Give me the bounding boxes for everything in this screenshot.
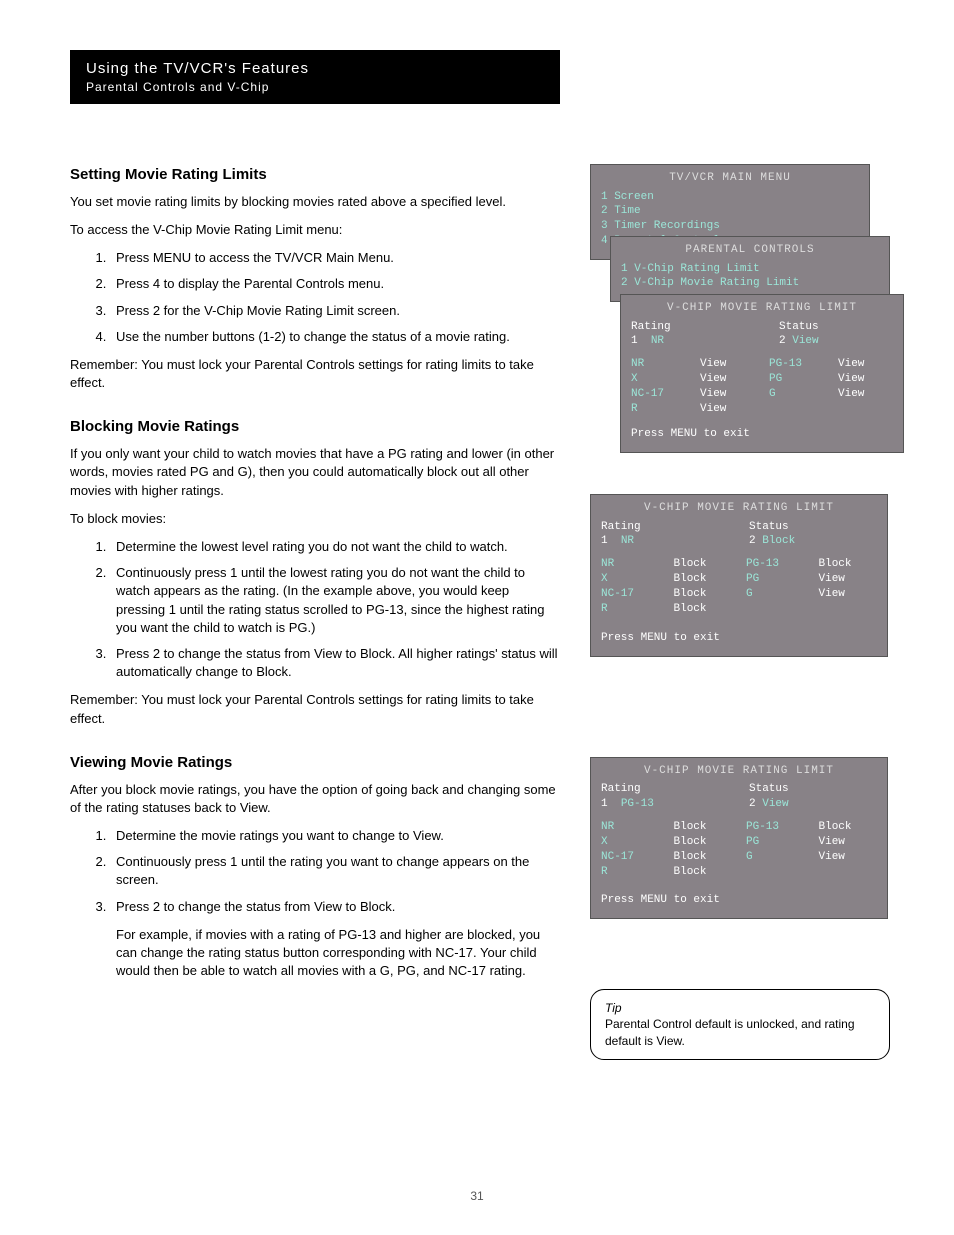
exit-hint: Press MENU to exit [601,631,877,646]
tip-box: Tip Parental Control default is unlocked… [590,989,890,1060]
chapter-subhead: Parental Controls and V-Chip [86,79,544,96]
paragraph: After you block movie ratings, you have … [70,781,560,817]
chapter-title: Using the TV/VCR's Features [86,58,544,79]
paragraph: If you only want your child to watch mov… [70,445,560,500]
menu-item: 2 Time [601,204,859,219]
menu-item: 3 Timer Recordings [601,219,859,234]
paragraph: To block movies: [70,510,560,528]
list-item: Determine the lowest level rating you do… [110,538,560,556]
list-item: Press 4 to display the Parental Controls… [110,275,560,293]
list-item: Continuously press 1 until the rating yo… [110,853,560,889]
ordered-list: Determine the lowest level rating you do… [110,538,560,681]
list-item: Press 2 for the V-Chip Movie Rating Limi… [110,302,560,320]
tv-menu-title: V-CHIP MOVIE RATING LIMIT [601,764,877,779]
ordered-list: Press MENU to access the TV/VCR Main Men… [110,249,560,346]
figures-column: TV/VCR MAIN MENU 1 Screen 2 Time 3 Timer… [590,164,890,1060]
section-title-viewing: Viewing Movie Ratings [70,752,560,773]
paragraph: Remember: You must lock your Parental Co… [70,356,560,392]
list-item: Press MENU to access the TV/VCR Main Men… [110,249,560,267]
tv-menu-title: PARENTAL CONTROLS [621,243,879,258]
list-item: Continuously press 1 until the lowest ra… [110,564,560,637]
paragraph: Remember: You must lock your Parental Co… [70,691,560,727]
section-title-setting: Setting Movie Rating Limits [70,164,560,185]
tv-menu-title: V-CHIP MOVIE RATING LIMIT [601,501,877,516]
tv-parental-menu: PARENTAL CONTROLS 1 V-Chip Rating Limit … [610,236,890,303]
chapter-header: Using the TV/VCR's Features Parental Con… [70,50,560,104]
ordered-list: Determine the movie ratings you want to … [110,827,560,916]
tv-menu-title: V-CHIP MOVIE RATING LIMIT [631,301,893,316]
rating-label: Rating [631,320,691,335]
menu-item: 1 V-Chip Rating Limit [621,262,879,277]
menu-item: 1 Screen [601,190,859,205]
paragraph: For example, if movies with a rating of … [116,926,560,981]
tip-text: Parental Control default is unlocked, an… [605,1016,875,1048]
status-label: Status [779,320,839,335]
list-item: Press 2 to change the status from View t… [110,645,560,681]
menu-item: 2 V-Chip Movie Rating Limit [621,276,879,291]
list-item: Press 2 to change the status from View t… [110,898,560,916]
tv-menu-title: TV/VCR MAIN MENU [601,171,859,186]
section-title-blocking: Blocking Movie Ratings [70,416,560,437]
page-number: 31 [0,1188,954,1205]
body-text-column: Setting Movie Rating Limits You set movi… [70,164,560,1060]
tip-label: Tip [605,1001,622,1015]
paragraph: To access the V-Chip Movie Rating Limit … [70,221,560,239]
exit-hint: Press MENU to exit [601,893,877,908]
paragraph: You set movie rating limits by blocking … [70,193,560,211]
list-item: Use the number buttons (1-2) to change t… [110,328,560,346]
tv-menu-stack: TV/VCR MAIN MENU 1 Screen 2 Time 3 Timer… [590,164,890,464]
tv-rating-limit-screen-2: V-CHIP MOVIE RATING LIMIT Rating Status … [590,494,888,657]
list-item: Determine the movie ratings you want to … [110,827,560,845]
tv-rating-limit-screen-1: V-CHIP MOVIE RATING LIMIT Rating Status … [620,294,904,453]
tv-rating-limit-screen-3: V-CHIP MOVIE RATING LIMIT Rating Status … [590,757,888,920]
exit-hint: Press MENU to exit [631,427,893,442]
